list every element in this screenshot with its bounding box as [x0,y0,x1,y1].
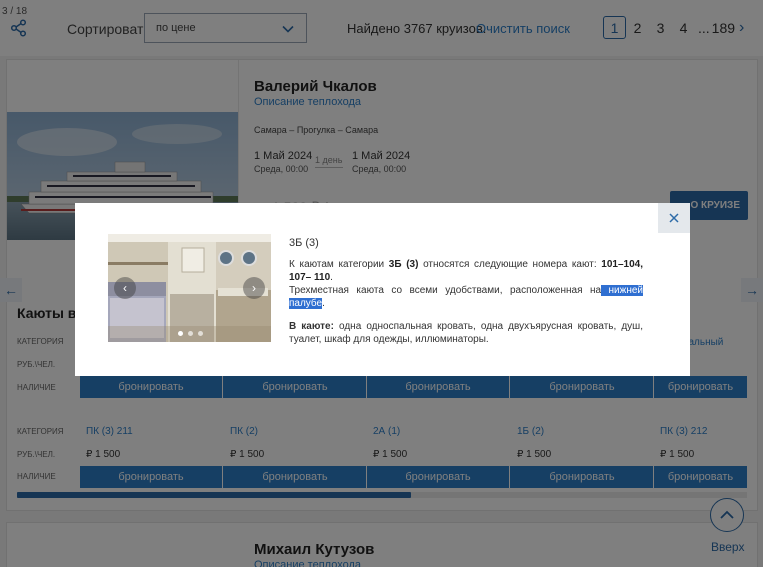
desc-category: 3Б (3) [388,259,419,270]
amenities-label: В каюте: [289,321,334,332]
amenities-text: одна односпальная кровать, одна двухъяру… [289,321,643,345]
desc-text: . [322,298,325,309]
gallery-dot[interactable] [198,331,203,336]
desc-text: К каютам категории [289,259,389,270]
cabin-photo-gallery[interactable]: ‹ › [108,234,271,342]
gallery-dots [178,331,203,336]
desc-text: Трехместная каюта со всеми удобствами, р… [289,285,602,296]
gallery-next-icon[interactable]: › [243,277,265,299]
close-button[interactable] [658,203,690,233]
modal-description: К каютам категории 3Б (3) относятся след… [289,258,643,310]
gallery-prev-icon[interactable]: ‹ [114,277,136,299]
modal-title: 3Б (3) [289,237,319,249]
gallery-dot[interactable] [178,331,183,336]
gallery-dot[interactable] [188,331,193,336]
cabin-info-modal: ‹ › 3Б (3) К каютам категории 3Б (3) отн… [75,203,690,376]
close-icon [669,213,679,223]
desc-text: . [330,272,333,283]
desc-text: относятся следующие номера кают: [418,259,602,270]
modal-amenities: В каюте: одна односпальная кровать, одна… [289,320,643,346]
